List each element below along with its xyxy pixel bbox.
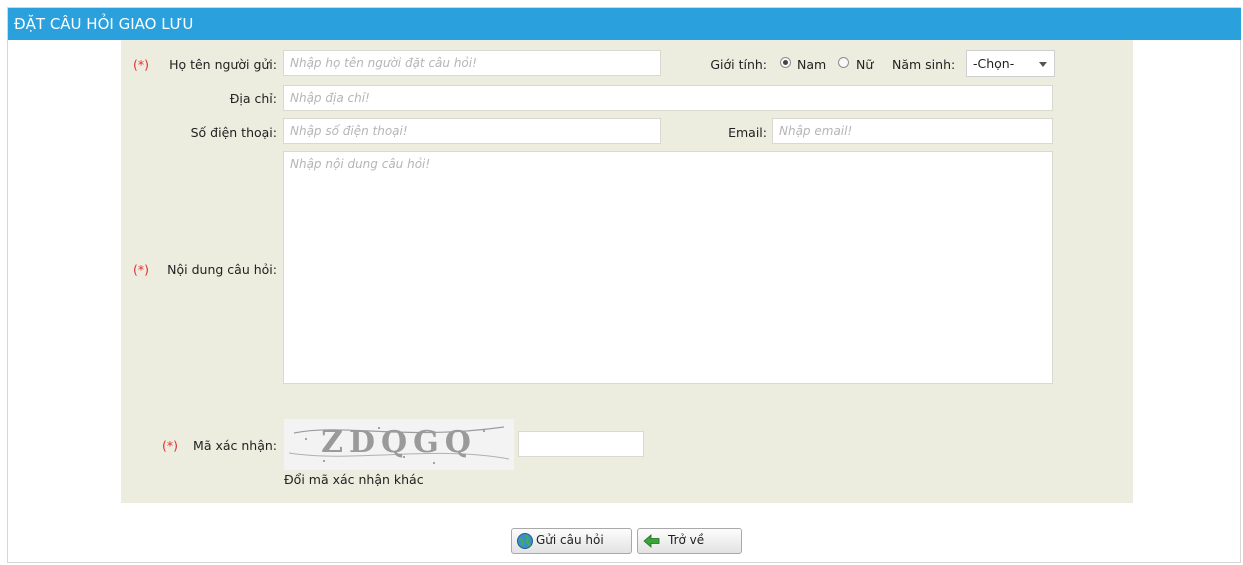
captcha-image: ZDQGQ	[284, 419, 514, 470]
phone-input[interactable]: Nhập số điện thoại!	[283, 118, 661, 144]
required-mark: (*)	[133, 262, 150, 277]
birth-year-label: Năm sinh:	[892, 57, 956, 72]
phone-label: Số điện thoại:	[190, 125, 277, 140]
gender-label: Giới tính:	[710, 57, 767, 72]
email-input[interactable]: Nhập email!	[772, 118, 1053, 144]
gender-male-label: Nam	[797, 57, 827, 72]
chevron-down-icon	[1039, 62, 1047, 67]
submit-label: Gửi câu hỏi	[536, 533, 604, 547]
birth-year-select[interactable]: -Chọn-	[966, 50, 1055, 77]
arrow-left-icon	[643, 534, 660, 548]
question-textarea[interactable]: Nhập nội dung câu hỏi!	[283, 151, 1053, 384]
name-label: Họ tên người gửi:	[169, 57, 277, 72]
required-mark: (*)	[162, 438, 179, 453]
question-label: Nội dung câu hỏi:	[167, 262, 277, 277]
captcha-refresh-link[interactable]: Đổi mã xác nhận khác	[284, 472, 424, 487]
address-input[interactable]: Nhập địa chỉ!	[283, 85, 1053, 111]
back-button[interactable]: Trở về	[637, 528, 742, 554]
address-label: Địa chỉ:	[229, 91, 277, 106]
required-mark: (*)	[133, 57, 150, 72]
gender-male-radio[interactable]	[780, 57, 791, 68]
gender-female-radio[interactable]	[838, 57, 849, 68]
email-label: Email:	[728, 125, 767, 140]
page-title: ĐẶT CÂU HỎI GIAO LƯU	[8, 8, 1241, 40]
globe-icon	[517, 533, 533, 549]
birth-year-value: -Chọn-	[973, 56, 1015, 71]
back-label: Trở về	[668, 533, 705, 547]
gender-female-label: Nữ	[856, 57, 874, 72]
submit-button[interactable]: Gửi câu hỏi	[511, 528, 632, 554]
name-input[interactable]: Nhập họ tên người đặt câu hỏi!	[283, 50, 661, 76]
captcha-label: Mã xác nhận:	[193, 438, 277, 453]
captcha-text: ZDQGQ	[321, 425, 477, 460]
captcha-input[interactable]	[518, 431, 644, 457]
